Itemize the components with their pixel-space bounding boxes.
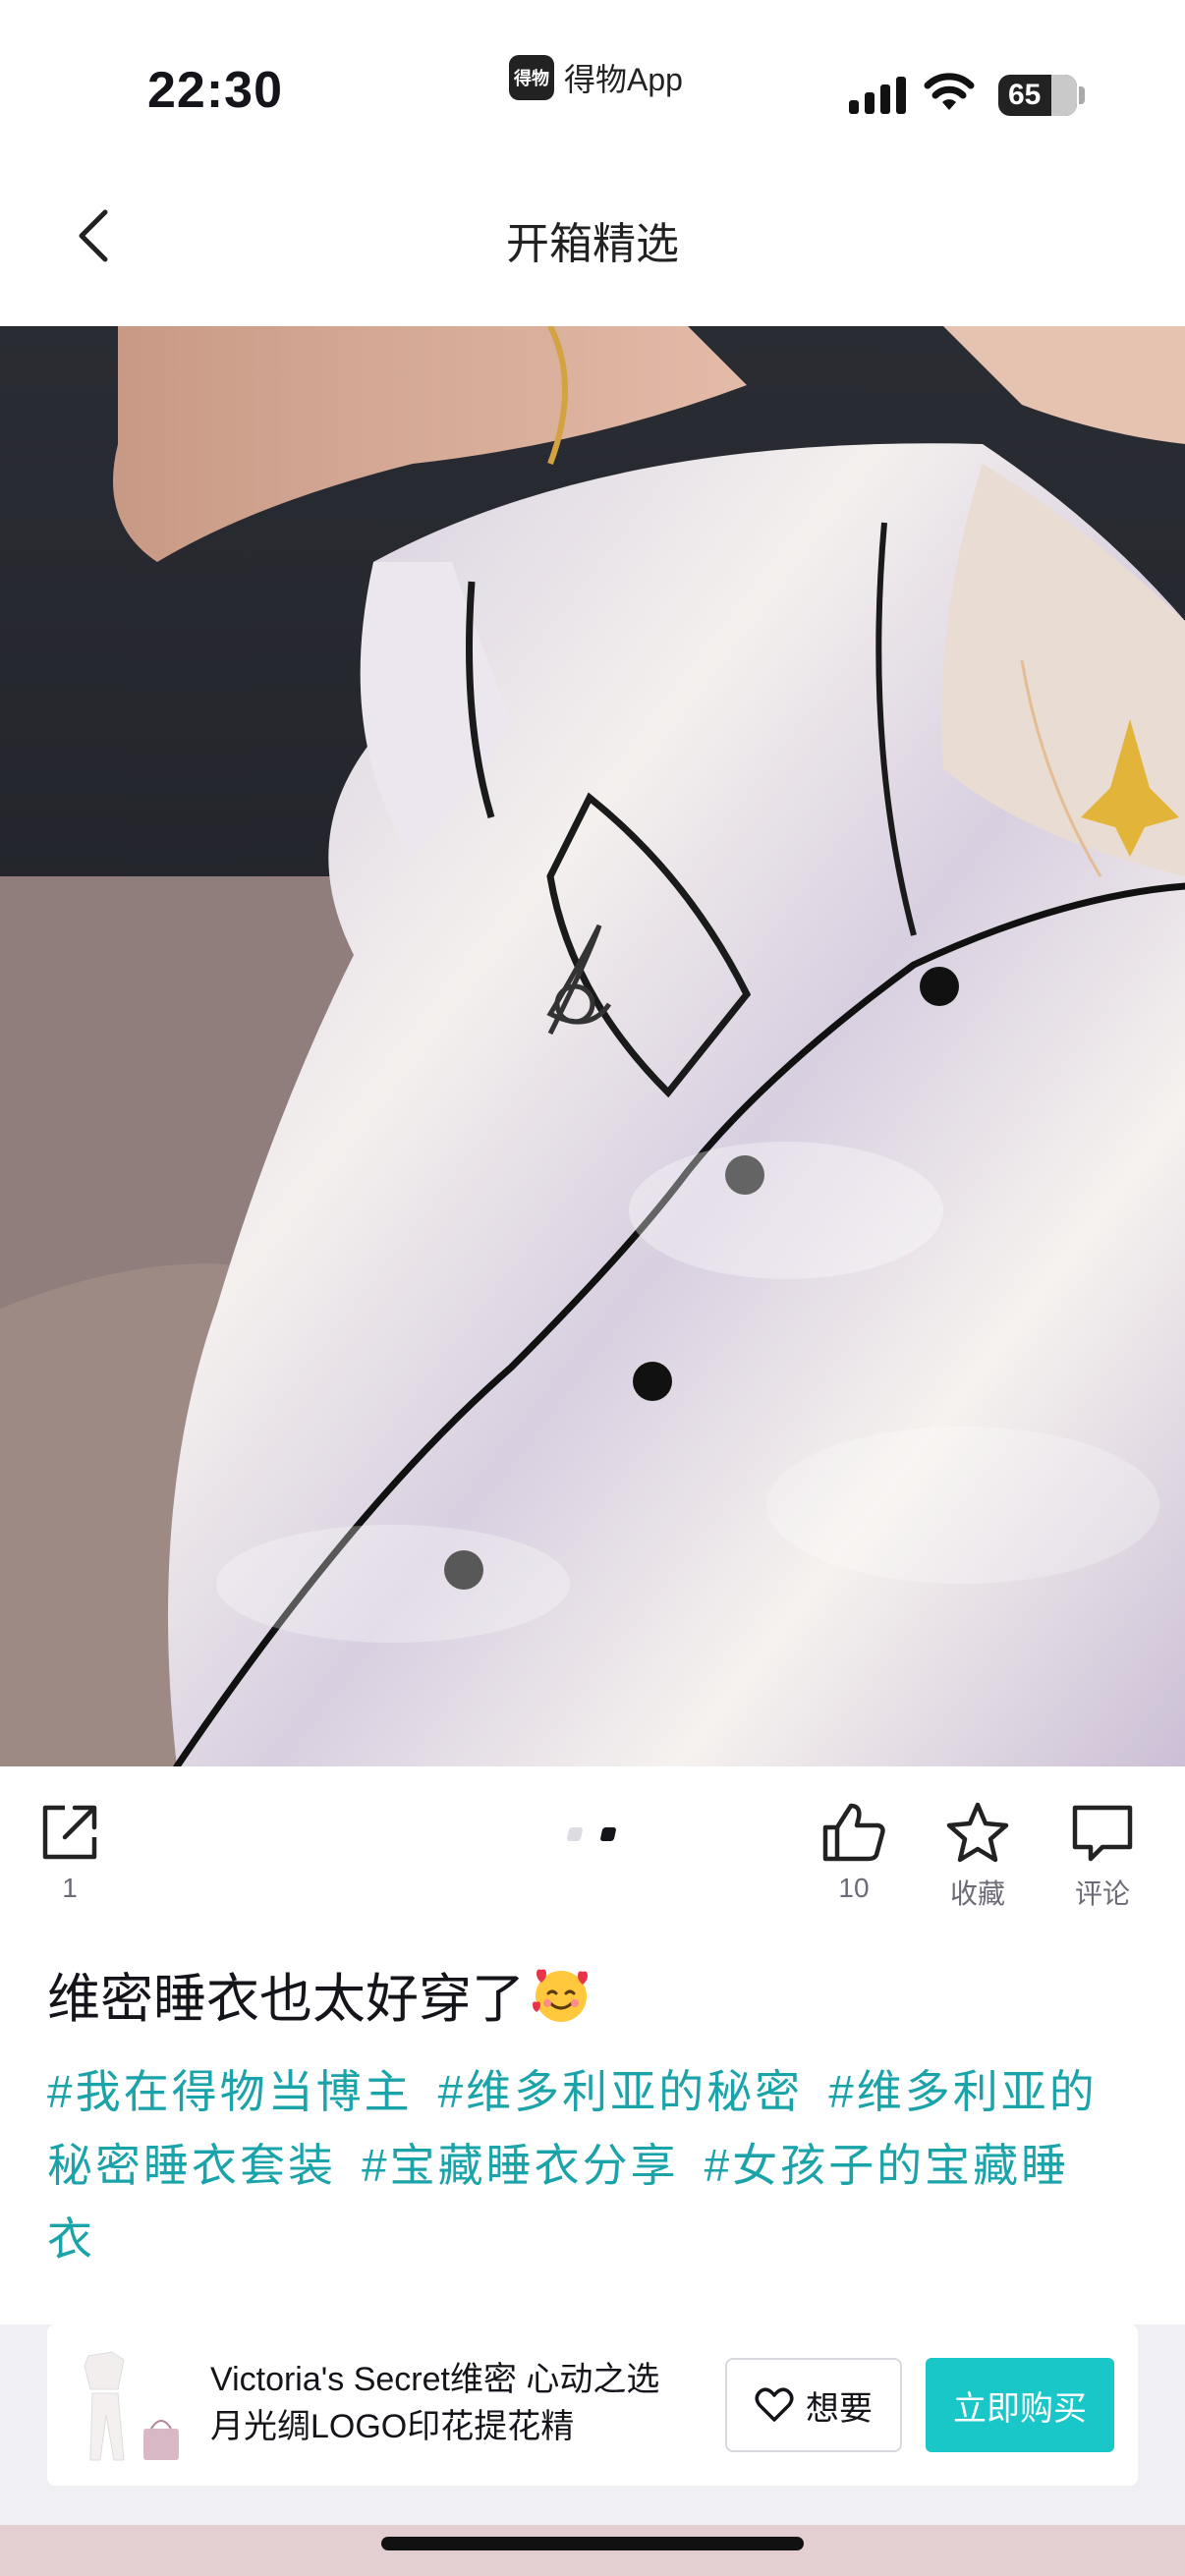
heart-icon bbox=[755, 2387, 794, 2422]
carrier-app-name: 得物App bbox=[564, 62, 683, 97]
thumbs-up-icon bbox=[822, 1803, 885, 1862]
favorite-label: 收藏 bbox=[949, 1878, 1005, 1909]
wifi-icon bbox=[924, 73, 975, 110]
carrier-indicator: 得物 得物App bbox=[509, 55, 683, 100]
post-title-text: 维密睡衣也太好穿了 bbox=[47, 1970, 525, 2029]
tag-link[interactable]: #宝藏睡衣分享 bbox=[362, 2140, 679, 2191]
favorite-button[interactable]: 收藏 bbox=[945, 1802, 1010, 1912]
battery-icon: 65 bbox=[998, 75, 1077, 116]
want-button[interactable]: 想要 bbox=[725, 2358, 902, 2452]
battery-tip bbox=[1079, 86, 1085, 104]
nav-bar: 开箱精选 bbox=[0, 157, 1185, 324]
product-name: Victoria's Secret维密 心动之选 月光绸LOGO印花提花精 bbox=[210, 2361, 660, 2445]
product-card[interactable]: Victoria's Secret维密 心动之选 月光绸LOGO印花提花精 想要… bbox=[47, 2324, 1138, 2486]
like-count: 10 bbox=[838, 1873, 870, 1903]
home-indicator[interactable] bbox=[381, 2537, 804, 2550]
tag-link[interactable]: #维多利亚的秘密 bbox=[438, 2066, 804, 2117]
share-button[interactable]: 1 bbox=[39, 1802, 100, 1904]
post-photo[interactable] bbox=[0, 326, 1185, 1766]
cellular-signal-icon bbox=[849, 77, 906, 114]
action-bar: 1 10 收藏 评论 bbox=[0, 1766, 1185, 1924]
product-thumbnail bbox=[69, 2346, 187, 2468]
comment-button[interactable]: 评论 bbox=[1071, 1802, 1134, 1912]
post-tags: #我在得物当博主 #维多利亚的秘密 #维多利亚的秘密睡衣套装 #宝藏睡衣分享 #女孩子的… bbox=[47, 2055, 1138, 2276]
buy-now-button[interactable]: 立即购买 bbox=[926, 2358, 1114, 2452]
tag-link[interactable]: #我在得物当博主 bbox=[47, 2066, 413, 2117]
star-icon bbox=[946, 1802, 1009, 1863]
pagination-dot-active bbox=[599, 1827, 617, 1841]
comment-label: 评论 bbox=[1074, 1878, 1130, 1909]
page-title: 开箱精选 bbox=[506, 220, 679, 268]
want-label: 想要 bbox=[806, 2389, 873, 2428]
battery-level: 65 bbox=[1008, 79, 1042, 111]
post-title: 维密睡衣也太好穿了 bbox=[47, 1955, 592, 2033]
like-button[interactable]: 10 bbox=[821, 1802, 886, 1904]
pajama-photo-image bbox=[0, 326, 1185, 1766]
carousel-pagination bbox=[566, 1827, 617, 1841]
bottom-content-peek bbox=[0, 2525, 1185, 2576]
app-logo-icon: 得物 bbox=[509, 55, 554, 100]
status-bar: 22:30 得物 得物App 65 bbox=[0, 0, 1185, 157]
share-icon bbox=[42, 1805, 97, 1860]
pagination-dot bbox=[566, 1827, 584, 1841]
share-count: 1 bbox=[62, 1873, 78, 1903]
comment-icon bbox=[1072, 1805, 1133, 1862]
status-time: 22:30 bbox=[147, 62, 283, 119]
smiling-face-with-hearts-icon bbox=[533, 1969, 588, 2022]
